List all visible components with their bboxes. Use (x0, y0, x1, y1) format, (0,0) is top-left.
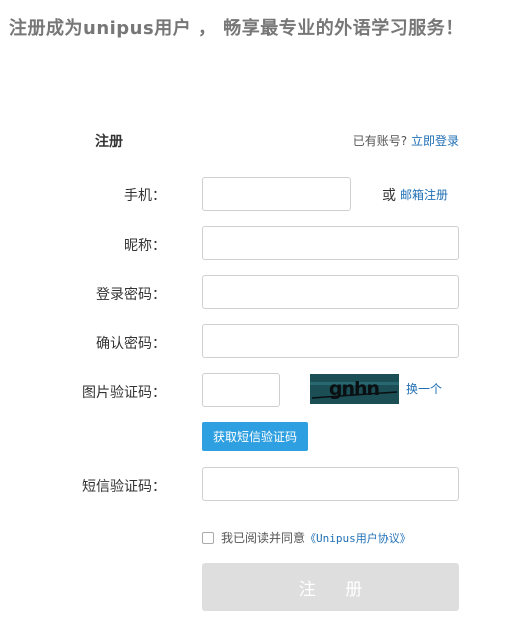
refresh-captcha-link[interactable]: 换一个 (406, 380, 442, 397)
sms-code-label: 短信验证码： (82, 479, 166, 495)
nickname-input[interactable] (202, 226, 459, 260)
sms-code-input[interactable] (202, 467, 459, 501)
login-link[interactable]: 立即登录 (411, 134, 459, 148)
form-title: 注册 (95, 134, 123, 150)
page-banner: 注册成为unipus用户 ， 畅享最专业的外语学习服务！ (9, 18, 464, 39)
phone-input[interactable] (202, 177, 351, 211)
phone-label: 手机： (124, 188, 166, 204)
captcha-image[interactable]: gnhn (310, 374, 399, 404)
email-register-link[interactable]: 邮箱注册 (400, 186, 448, 203)
confirm-password-label: 确认密码： (96, 336, 166, 352)
captcha-label: 图片验证码： (82, 385, 166, 401)
agree-checkbox[interactable] (202, 531, 214, 544)
agree-text: 我已阅读并同意 (221, 531, 306, 545)
agreement-row: 我已阅读并同意 《Unipus用户协议》 (202, 529, 411, 546)
or-text: 或 (382, 188, 396, 204)
agreement-link[interactable]: 《Unipus用户协议》 (305, 530, 411, 546)
get-sms-code-button[interactable]: 获取短信验证码 (202, 422, 308, 451)
login-hint: 已有账号? 立即登录 (353, 132, 459, 149)
password-label: 登录密码： (96, 287, 166, 303)
captcha-input[interactable] (202, 373, 280, 407)
confirm-password-input[interactable] (202, 324, 459, 358)
password-input[interactable] (202, 275, 459, 309)
register-submit-button[interactable]: 注 册 (202, 563, 459, 611)
nickname-label: 昵称： (124, 238, 166, 254)
login-prompt-text: 已有账号? (352, 134, 408, 148)
